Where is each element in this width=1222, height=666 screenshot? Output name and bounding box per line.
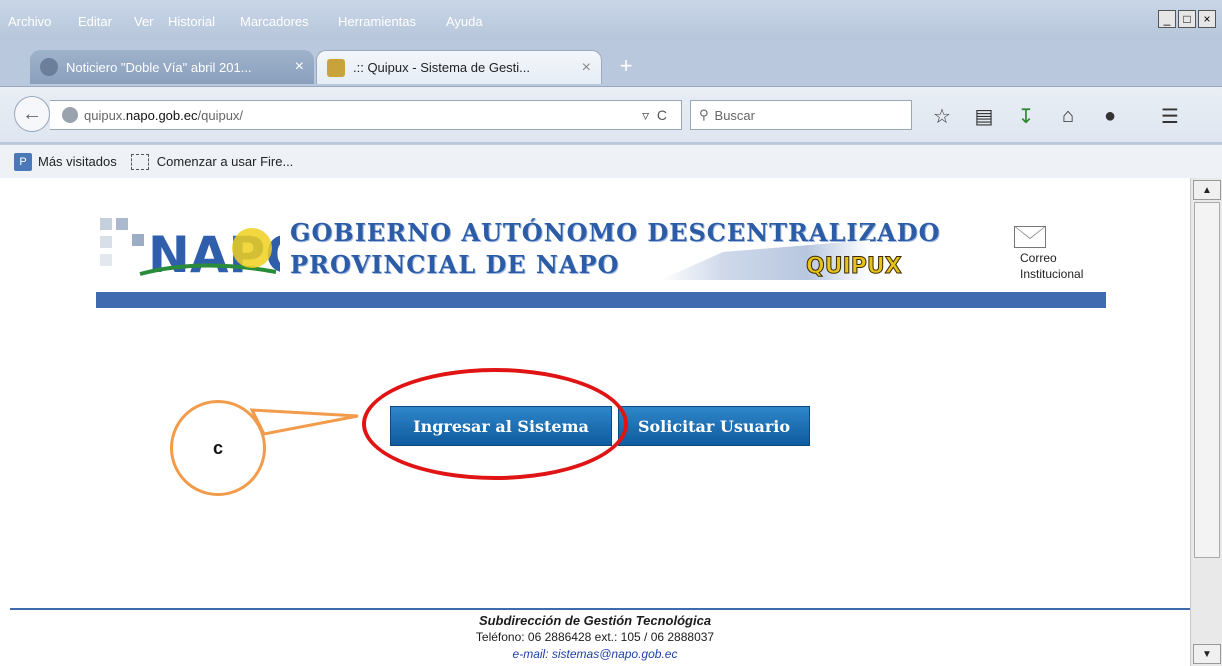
mail-label-line1: Correo [1020, 251, 1057, 265]
bookmark-most-visited[interactable]: Más visitados [38, 154, 117, 169]
url-domain: napo.gob.ec [125, 107, 198, 123]
menu-hamburger-icon[interactable]: ☰ [1158, 104, 1182, 128]
footer: Subdirección de Gestión Tecnológica Telé… [0, 612, 1190, 663]
tab-title: .:: Quipux - Sistema de Gesti... [353, 60, 531, 75]
search-placeholder: Buscar [714, 107, 755, 123]
web-page: NAPO GOBIERNO AUTÓNOMO DESCENTRALIZADO P… [0, 178, 1190, 666]
home-icon[interactable]: ⌂ [1056, 104, 1080, 128]
tab-favicon-icon [327, 58, 345, 77]
mail-label[interactable]: Correo Institucional [1020, 250, 1083, 282]
tab-noticiero[interactable]: Noticiero "Doble Vía" abril 201... × [30, 50, 314, 84]
bookmark-star-icon[interactable]: ☆ [930, 104, 954, 128]
menu-ayuda[interactable]: Ayuda [446, 14, 483, 29]
bookmark-getting-started[interactable]: Comenzar a usar Fire... [157, 154, 294, 169]
tab-close-icon[interactable]: × [295, 58, 304, 76]
menu-editar[interactable]: Editar [78, 14, 112, 29]
download-icon[interactable]: ↧ [1014, 104, 1038, 128]
menu-historial[interactable]: Historial [168, 14, 215, 29]
menu-herramientas[interactable]: Herramientas [338, 14, 416, 29]
new-tab-button[interactable]: + [612, 52, 640, 80]
globe-icon [62, 107, 78, 123]
scroll-down-icon[interactable]: ▼ [1193, 644, 1221, 664]
quipux-brand: QUIPUX [806, 254, 903, 280]
scroll-up-icon[interactable]: ▲ [1193, 180, 1221, 200]
menu-marcadores[interactable]: Marcadores [240, 14, 309, 29]
minimize-button[interactable]: _ [1158, 10, 1176, 28]
footer-department: Subdirección de Gestión Tecnológica [478, 613, 712, 628]
dropdown-icon[interactable]: ▿ [642, 107, 649, 123]
back-arrow-icon: ← [22, 102, 42, 125]
mail-label-line2: Institucional [1020, 267, 1084, 281]
vertical-scrollbar[interactable]: ▲ ▼ [1190, 178, 1222, 666]
bookmarks-toolbar: P Más visitados Comenzar a usar Fire... [0, 144, 1222, 178]
bookmark-folder-icon [130, 153, 149, 170]
chat-icon[interactable]: ● [1098, 104, 1122, 128]
tab-quipux[interactable]: .:: Quipux - Sistema de Gesti... × [316, 50, 602, 84]
back-button[interactable]: ← [14, 96, 50, 132]
footer-divider [10, 608, 1190, 610]
tab-close-icon[interactable]: × [582, 59, 591, 77]
mail-icon[interactable] [1014, 226, 1046, 248]
menu-bar: Archivo Editar Ver Historial Marcadores … [0, 0, 1222, 40]
reading-list-icon[interactable]: ▤ [972, 104, 996, 128]
most-visited-icon: P [14, 152, 32, 171]
menu-ver[interactable]: Ver [134, 14, 154, 29]
footer-phone: Teléfono: 06 2886428 ext.: 105 / 06 2888… [475, 630, 715, 644]
maximize-button[interactable]: □ [1178, 10, 1196, 28]
request-user-button[interactable]: Solicitar Usuario [618, 406, 810, 446]
search-input[interactable]: ⚲ Buscar [690, 100, 912, 130]
search-icon: ⚲ [699, 107, 709, 122]
url-actions: ▿ C [642, 107, 667, 124]
address-bar[interactable]: quipux. napo.gob.ec/quipux/ ▿ C [50, 100, 682, 130]
tab-title: Noticiero "Doble Vía" abril 201... [66, 59, 252, 75]
scroll-thumb[interactable] [1194, 202, 1220, 558]
tab-favicon-icon [40, 58, 58, 76]
url-host: quipux. [84, 107, 126, 123]
highlight-ellipse [362, 368, 628, 480]
menu-archivo[interactable]: Archivo [8, 14, 51, 29]
close-window-button[interactable]: × [1198, 10, 1216, 28]
footer-email[interactable]: e-mail: sistemas@napo.gob.ec [0, 646, 1190, 663]
callout-label: c [212, 437, 223, 458]
reload-icon[interactable]: C [657, 107, 667, 123]
callout-bubble: c [170, 400, 266, 496]
url-path: /quipux/ [197, 107, 244, 123]
